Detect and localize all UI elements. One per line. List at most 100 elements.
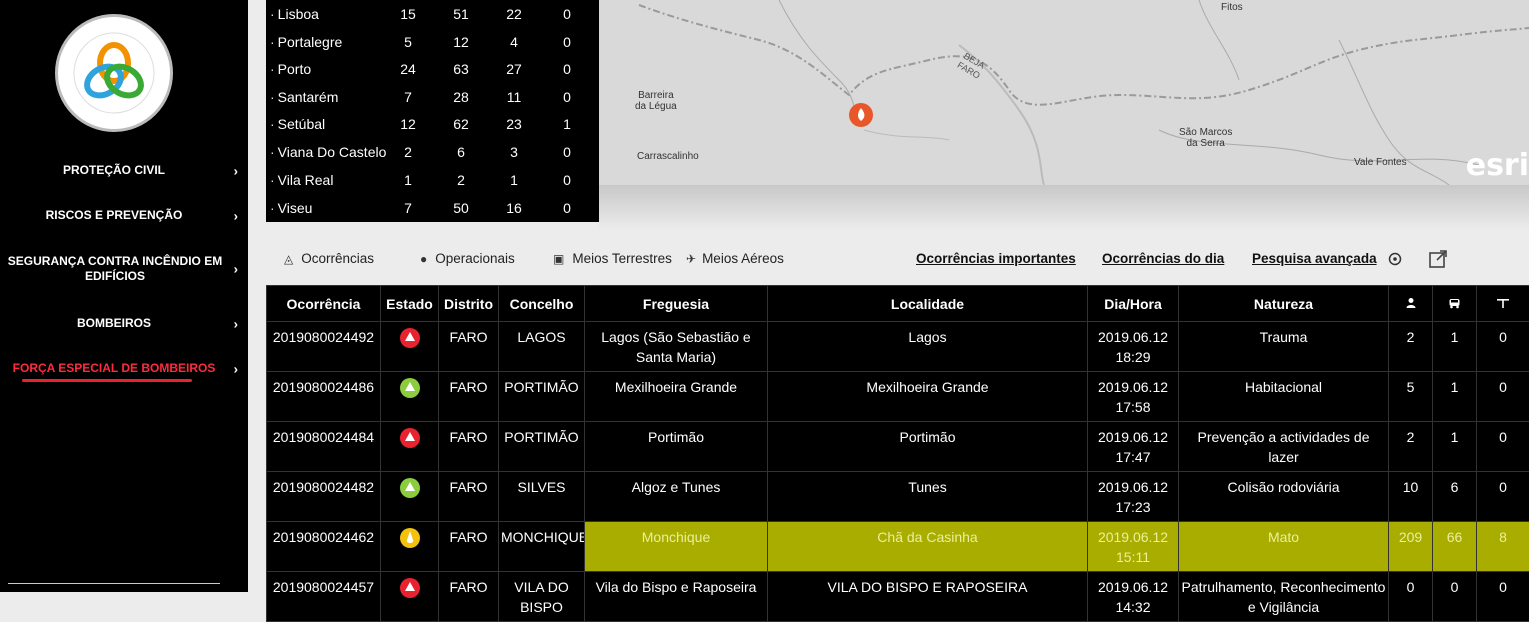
date: 2019.06.12 [1098,429,1168,445]
aereos-count: 0 [1477,422,1529,472]
natureza-cell: Colisão rodoviária [1179,472,1389,522]
link-ocorrencias-do-dia[interactable]: Ocorrências do dia [1102,251,1224,266]
district-value: 6 [441,144,481,160]
sidebar-item-label: SEGURANÇA CONTRA INCÊNDIO EM EDIFÍCIOS [0,254,230,284]
anepc-logo[interactable] [55,14,173,132]
column-header[interactable]: Localidade [768,286,1088,322]
aereos-count: 0 [1477,572,1529,622]
time: 17:23 [1115,499,1150,515]
district-name: Setúbal [270,116,325,132]
district-row: Setúbal 12 62 23 1 [266,111,599,139]
column-header[interactable]: Dia/Hora [1088,286,1179,322]
sidebar-item-label: BOMBEIROS [0,316,228,331]
vehicle-icon: ▣ [553,252,564,266]
tab-meios-terrestres[interactable]: ▣ Meios Terrestres [553,251,672,266]
aircraft-column-icon[interactable] [1477,286,1529,322]
district-value: 28 [441,89,481,105]
status-red-icon [400,428,420,448]
vehicle-column-icon[interactable] [1433,286,1477,322]
distrito-cell: FARO [439,472,499,522]
column-header[interactable]: Concelho [499,286,585,322]
table-row[interactable]: 2019080024486 FARO PORTIMÃO Mexilhoeira … [267,372,1529,422]
tab-label: Meios Terrestres [572,251,672,266]
map-label: Vale Fontes [1354,157,1407,168]
column-header[interactable]: Distrito [439,286,499,322]
column-header[interactable]: Ocorrência [267,286,381,322]
link-pesquisa-avancada[interactable]: Pesquisa avançada [1252,251,1377,266]
sidebar-item-bombeiros[interactable]: BOMBEIROS › [0,316,248,331]
natureza-cell: Trauma [1179,322,1389,372]
sidebar-item-protecao-civil[interactable]: PROTEÇÃO CIVIL › [0,163,248,178]
concelho-cell: PORTIMÃO [499,422,585,472]
district-row: Porto 24 63 27 0 [266,56,599,84]
district-value: 0 [547,89,587,105]
status-cell [381,422,439,472]
map-label: Barreira da Légua [635,90,677,112]
district-value: 7 [388,89,428,105]
operacionais-count: 209 [1389,522,1433,572]
district-row: Portalegre 5 12 4 0 [266,29,599,57]
district-value: 12 [388,116,428,132]
district-name: Porto [270,61,311,77]
ocorrencia-id: 2019080024492 [267,322,381,372]
tab-ocorrencias[interactable]: ◬ Ocorrências [284,251,374,266]
time: 15:11 [1116,549,1150,565]
tab-meios-aereos[interactable]: ✈ Meios Aéreos [686,251,784,266]
concelho-cell: PORTIMÃO [499,372,585,422]
column-header[interactable]: Estado [381,286,439,322]
table-row[interactable]: 2019080024484 FARO PORTIMÃO Portimão Por… [267,422,1529,472]
district-value: 11 [494,89,534,105]
sidebar-item-seguranca-incendio[interactable]: SEGURANÇA CONTRA INCÊNDIO EM EDIFÍCIOS › [0,254,248,284]
distrito-cell: FARO [439,572,499,622]
status-red-icon [400,578,420,598]
status-fire-icon [400,528,420,548]
district-value: 50 [441,200,481,216]
district-value: 51 [441,6,481,22]
district-value: 0 [547,34,587,50]
column-header[interactable]: Freguesia [585,286,768,322]
district-value: 4 [494,34,534,50]
district-value: 22 [494,6,534,22]
datetime-cell: 2019.06.1215:11 [1088,522,1179,572]
sidebar-item-label: PROTEÇÃO CIVIL [0,163,228,178]
time: 17:47 [1115,449,1150,465]
occurrences-map[interactable]: Fitos Barreira da Légua Carrascalinho Sã… [599,0,1529,185]
operacionais-count: 5 [1389,372,1433,422]
table-row[interactable]: 2019080024482 FARO SILVES Algoz e Tunes … [267,472,1529,522]
table-row[interactable]: 2019080024457 FARO VILA DO BISPO Vila do… [267,572,1529,622]
operacionais-column-icon[interactable] [1389,286,1433,322]
district-value: 15 [388,6,428,22]
sidebar-item-riscos-prevencao[interactable]: RISCOS E PREVENÇÃO › [0,208,248,223]
table-row[interactable]: 2019080024492 FARO LAGOS Lagos (São Seba… [267,322,1529,372]
datetime-cell: 2019.06.1217:58 [1088,372,1179,422]
sidebar-item-forca-especial[interactable]: FORÇA ESPECIAL DE BOMBEIROS › [0,361,248,376]
district-row: Vila Real 1 2 1 0 [266,167,599,195]
district-value: 62 [441,116,481,132]
district-value: 2 [441,172,481,188]
sidebar-item-label: RISCOS E PREVENÇÃO [0,208,228,223]
map-label: São Marcos da Serra [1179,127,1232,149]
district-value: 0 [547,200,587,216]
operacionais-count: 10 [1389,472,1433,522]
time: 14:32 [1115,599,1150,615]
district-value: 12 [441,34,481,50]
sidebar: PROTEÇÃO CIVIL › RISCOS E PREVENÇÃO › SE… [0,0,248,592]
date: 2019.06.12 [1098,329,1168,345]
tab-label: Meios Aéreos [702,251,784,266]
terrestres-count: 66 [1433,522,1477,572]
tab-operacionais[interactable]: ● Operacionais [420,251,515,266]
status-cell [381,372,439,422]
district-value: 2 [388,144,428,160]
link-ocorrencias-importantes[interactable]: Ocorrências importantes [916,251,1076,266]
external-link-icon[interactable] [1428,249,1448,274]
operacionais-count: 2 [1389,422,1433,472]
localidade-cell: Lagos [768,322,1088,372]
aereos-count: 0 [1477,322,1529,372]
table-row-highlighted[interactable]: 2019080024462 FARO MONCHIQUE Monchique C… [267,522,1529,572]
terrestres-count: 1 [1433,422,1477,472]
column-header[interactable]: Natureza [1179,286,1389,322]
district-value: 27 [494,61,534,77]
search-options-icon[interactable] [1388,252,1402,271]
occurrences-table: Ocorrência Estado Distrito Concelho Freg… [266,285,1529,622]
freguesia-cell: Portimão [585,422,768,472]
